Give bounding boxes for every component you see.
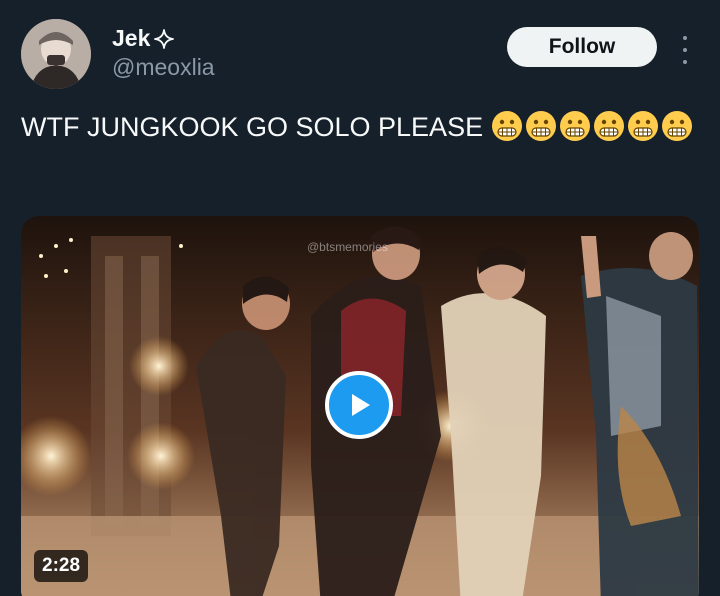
tweet-text: WTF JUNGKOOK GO SOLO PLEASE [21,108,701,146]
sparkle-icon [154,28,175,49]
video-watermark: @btsmemories [307,240,388,254]
grimacing-face-emoji [627,111,658,141]
grimacing-face-emoji [525,111,556,141]
avatar[interactable] [21,19,91,89]
video-player[interactable]: @btsmemories 2:28 [21,216,699,596]
grimacing-face-emoji [661,111,692,141]
author-name-row[interactable]: Jek [112,25,175,52]
tweet-text-content: WTF JUNGKOOK GO SOLO PLEASE [21,112,484,142]
display-name[interactable]: Jek [112,25,150,52]
grimacing-face-emoji [559,111,590,141]
play-button[interactable] [325,371,393,439]
video-duration: 2:28 [34,550,89,582]
follow-button[interactable]: Follow [507,27,657,67]
play-icon [352,394,370,416]
more-options-icon[interactable] [676,36,694,64]
grimacing-face-emoji [593,111,624,141]
grimacing-face-emoji [491,111,522,141]
author-handle[interactable]: @meoxlia [112,54,215,81]
emoji-group [491,111,695,142]
tweet-card: Jek @meoxlia Follow WTF JUNGKOOK GO SOLO… [0,0,720,596]
